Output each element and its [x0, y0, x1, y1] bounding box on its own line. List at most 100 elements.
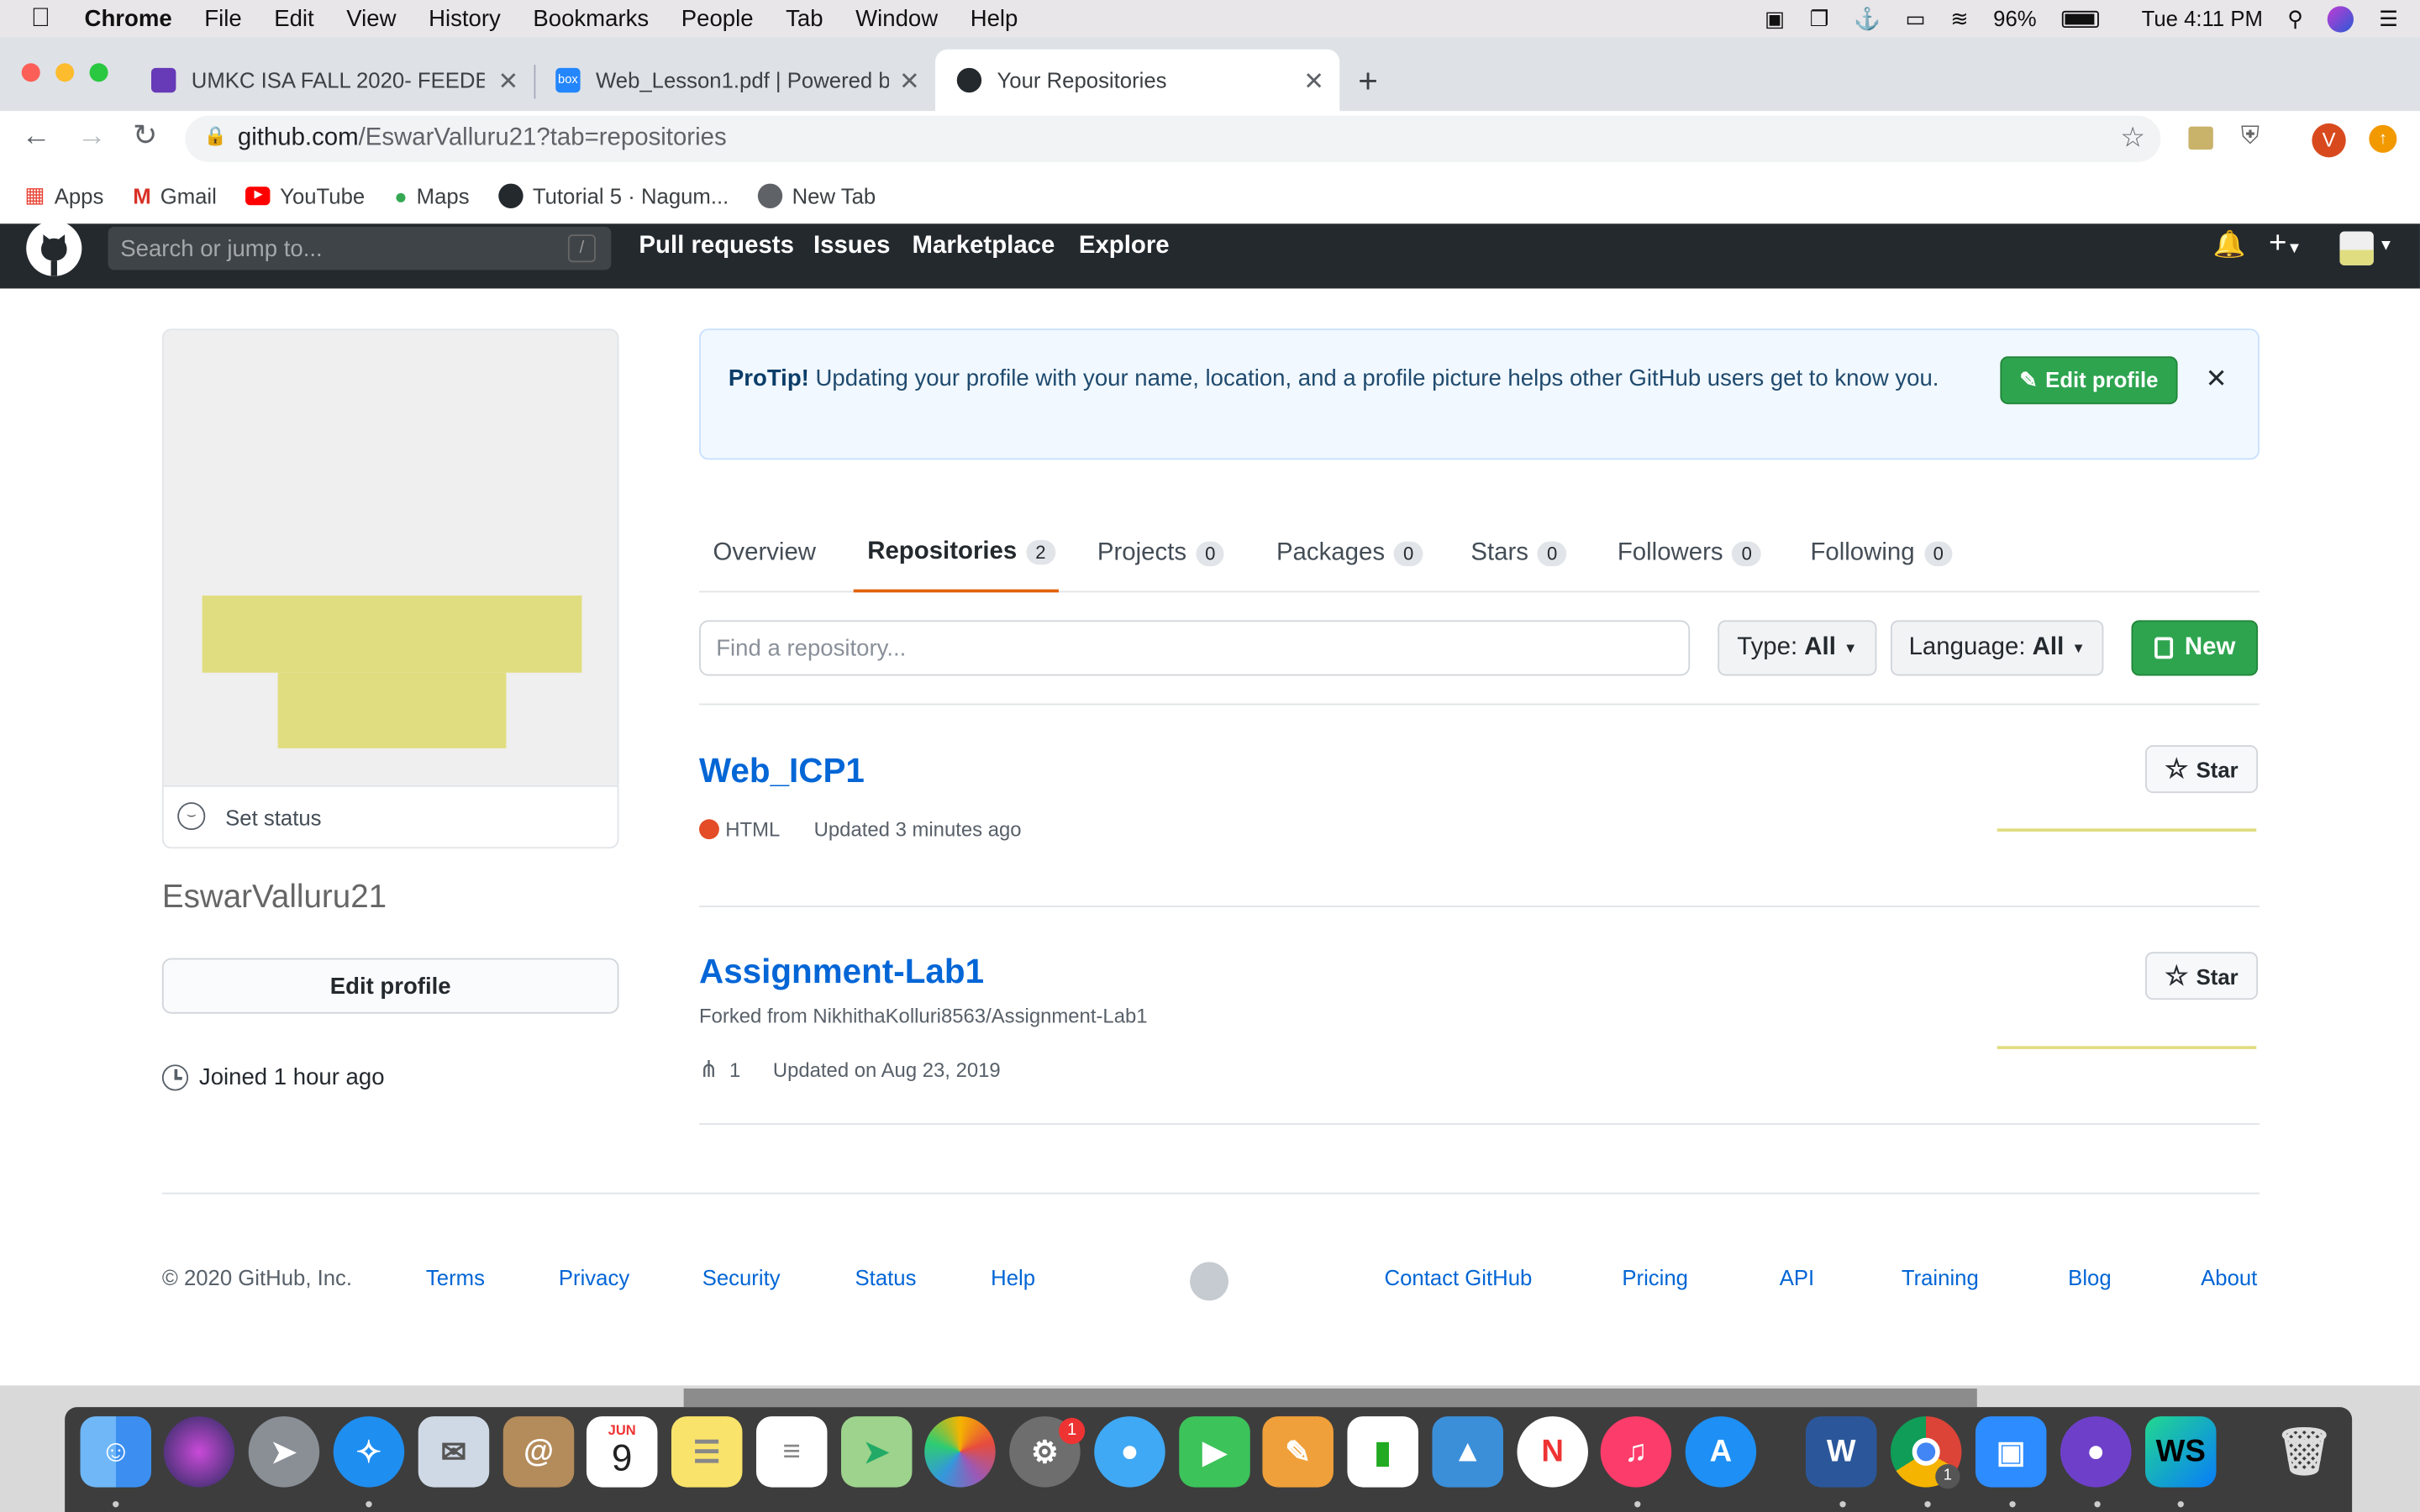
footer-link-training[interactable]: Training: [1902, 1265, 1979, 1289]
tab-following[interactable]: Following 0: [1797, 515, 1967, 592]
update-icon[interactable]: ↑: [2369, 124, 2397, 153]
forward-arrow-icon[interactable]: →: [77, 120, 107, 154]
edit-profile-button[interactable]: Edit profile: [161, 958, 619, 1014]
menu-people[interactable]: People: [681, 5, 754, 31]
maps-icon[interactable]: ➤: [841, 1416, 913, 1488]
footer-link-about[interactable]: About: [2201, 1265, 2257, 1289]
music-icon[interactable]: ♫: [1600, 1416, 1672, 1488]
new-repository-button[interactable]: New: [2131, 620, 2259, 676]
numbers-icon[interactable]: ▮: [1347, 1416, 1418, 1488]
menu-app-chrome[interactable]: Chrome: [85, 5, 172, 31]
tab-stars[interactable]: Stars 0: [1457, 515, 1581, 592]
menu-help[interactable]: Help: [971, 5, 1018, 31]
menu-edit[interactable]: Edit: [274, 5, 313, 31]
tab-packages[interactable]: Packages 0: [1262, 515, 1436, 592]
tab-projects[interactable]: Projects 0: [1083, 515, 1239, 592]
bookmark-tutorial[interactable]: Tutorial 5 · Nagum...: [498, 182, 729, 208]
spotlight-search-icon[interactable]: ⚲: [2287, 5, 2303, 31]
bookmark-youtube[interactable]: ▶ YouTube: [245, 183, 365, 207]
webstorm-icon[interactable]: WS: [2145, 1416, 2217, 1488]
footer-link-contact-github[interactable]: Contact GitHub: [1385, 1265, 1533, 1289]
bookmark-new-tab[interactable]: New Tab: [758, 182, 876, 208]
facetime-icon[interactable]: ▶: [1179, 1416, 1250, 1488]
tab-repositories[interactable]: Repositories 2: [853, 515, 1059, 593]
footer-link-terms[interactable]: Terms: [426, 1265, 485, 1289]
set-status-button[interactable]: ⌣ Set status: [161, 785, 619, 849]
chevron-down-icon[interactable]: ▼: [2378, 238, 2393, 255]
bookmark-gmail[interactable]: M Gmail: [133, 183, 217, 207]
reminders-icon[interactable]: ≡: [755, 1416, 828, 1488]
github-mark-icon[interactable]: [1190, 1262, 1229, 1301]
profile-avatar-icon[interactable]: V: [2312, 123, 2346, 158]
close-window-button[interactable]: [21, 63, 40, 82]
messages-icon[interactable]: ●: [1094, 1416, 1165, 1488]
apple-icon[interactable]: : [31, 3, 50, 34]
contacts-icon[interactable]: @: [502, 1416, 575, 1488]
photos-icon[interactable]: [924, 1416, 996, 1488]
finder-icon[interactable]: ☺: [80, 1416, 151, 1488]
tab-followers[interactable]: Followers 0: [1603, 515, 1775, 592]
menu-history[interactable]: History: [429, 5, 501, 31]
word-icon[interactable]: W: [1805, 1416, 1877, 1488]
clock[interactable]: Tue 4:11 PM: [2142, 6, 2263, 30]
extension-shield-icon[interactable]: ⛨: [2241, 123, 2260, 151]
zoom-window-button[interactable]: [89, 63, 108, 82]
close-tab-icon[interactable]: ✕: [1303, 66, 1324, 97]
github-desktop-icon[interactable]: ●: [2060, 1416, 2132, 1488]
dismiss-protip-close-icon[interactable]: ✕: [2206, 361, 2228, 396]
close-tab-icon[interactable]: ✕: [498, 66, 519, 97]
repo-fork-count[interactable]: 1: [729, 1058, 740, 1081]
footer-link-blog[interactable]: Blog: [2068, 1265, 2111, 1289]
extension-image-icon[interactable]: [2188, 126, 2213, 150]
footer-link-status[interactable]: Status: [855, 1265, 917, 1289]
address-bar[interactable]: 🔒 github.com/EswarValluru21?tab=reposito…: [185, 115, 2161, 162]
wifi-icon[interactable]: ≋: [1950, 5, 1969, 31]
nav-explore[interactable]: Explore: [1079, 223, 1170, 270]
reload-icon[interactable]: ↻: [133, 118, 157, 154]
notification-bell-icon[interactable]: 🔔: [2213, 230, 2246, 261]
fork-icon[interactable]: ⋔: [699, 1055, 718, 1083]
star-repo-button[interactable]: ☆ Star: [2145, 952, 2259, 1000]
menu-view[interactable]: View: [346, 5, 396, 31]
siri-dock-icon[interactable]: [163, 1416, 235, 1488]
find-repository-input[interactable]: Find a repository...: [699, 620, 1691, 676]
airplay-icon[interactable]: ▭: [1906, 5, 1926, 31]
user-avatar-menu[interactable]: [2339, 231, 2374, 265]
back-arrow-icon[interactable]: ←: [22, 120, 51, 154]
trash-icon[interactable]: 🗑: [2269, 1416, 2339, 1487]
docker-icon[interactable]: ⚓: [1854, 5, 1881, 31]
bookmark-apps[interactable]: ▦ Apps: [24, 182, 103, 208]
news-icon[interactable]: N: [1517, 1416, 1588, 1488]
tab-your-repositories[interactable]: Your Repositories ✕: [935, 49, 1340, 112]
notification-center-icon[interactable]: ☰: [2379, 5, 2398, 31]
repo-name-link[interactable]: Assignment-Lab1: [699, 952, 984, 992]
profile-avatar[interactable]: [161, 328, 619, 785]
footer-link-api[interactable]: API: [1780, 1265, 1814, 1289]
nav-pull-requests[interactable]: Pull requests: [639, 223, 794, 270]
battery-percent[interactable]: 96%: [1993, 6, 2036, 30]
footer-link-privacy[interactable]: Privacy: [559, 1265, 629, 1289]
lock-icon[interactable]: 🔒: [203, 125, 226, 147]
type-filter-dropdown[interactable]: Type: All ▼: [1718, 620, 1877, 676]
camera-status-icon[interactable]: ▣: [1765, 5, 1785, 31]
calendar-icon[interactable]: JUN 9: [586, 1416, 658, 1488]
footer-link-pricing[interactable]: Pricing: [1622, 1265, 1688, 1289]
create-new-plus-icon[interactable]: +▼: [2269, 227, 2302, 262]
tab-web-lesson-pdf[interactable]: box Web_Lesson1.pdf | Powered by ✕: [534, 50, 935, 111]
new-tab-button[interactable]: +: [1358, 61, 1378, 102]
language-filter-dropdown[interactable]: Language: All ▼: [1890, 620, 2104, 676]
tab-overview[interactable]: Overview: [699, 515, 830, 592]
nav-marketplace[interactable]: Marketplace: [912, 223, 1055, 270]
launchpad-icon[interactable]: ➤: [248, 1416, 320, 1488]
minimize-window-button[interactable]: [55, 63, 75, 82]
footer-link-help[interactable]: Help: [991, 1265, 1035, 1289]
app-store-icon[interactable]: A: [1685, 1416, 1757, 1488]
mail-icon[interactable]: ✉: [418, 1416, 490, 1488]
keynote-icon[interactable]: ▲: [1432, 1416, 1503, 1488]
footer-link-security[interactable]: Security: [702, 1265, 781, 1289]
bookmark-star-icon[interactable]: ☆: [2120, 122, 2145, 155]
pages-icon[interactable]: ✎: [1262, 1416, 1334, 1488]
protip-edit-profile-button[interactable]: ✎ Edit profile: [2000, 356, 2178, 405]
github-logo-icon[interactable]: [26, 220, 82, 276]
bookmark-maps[interactable]: ● Maps: [394, 183, 469, 207]
